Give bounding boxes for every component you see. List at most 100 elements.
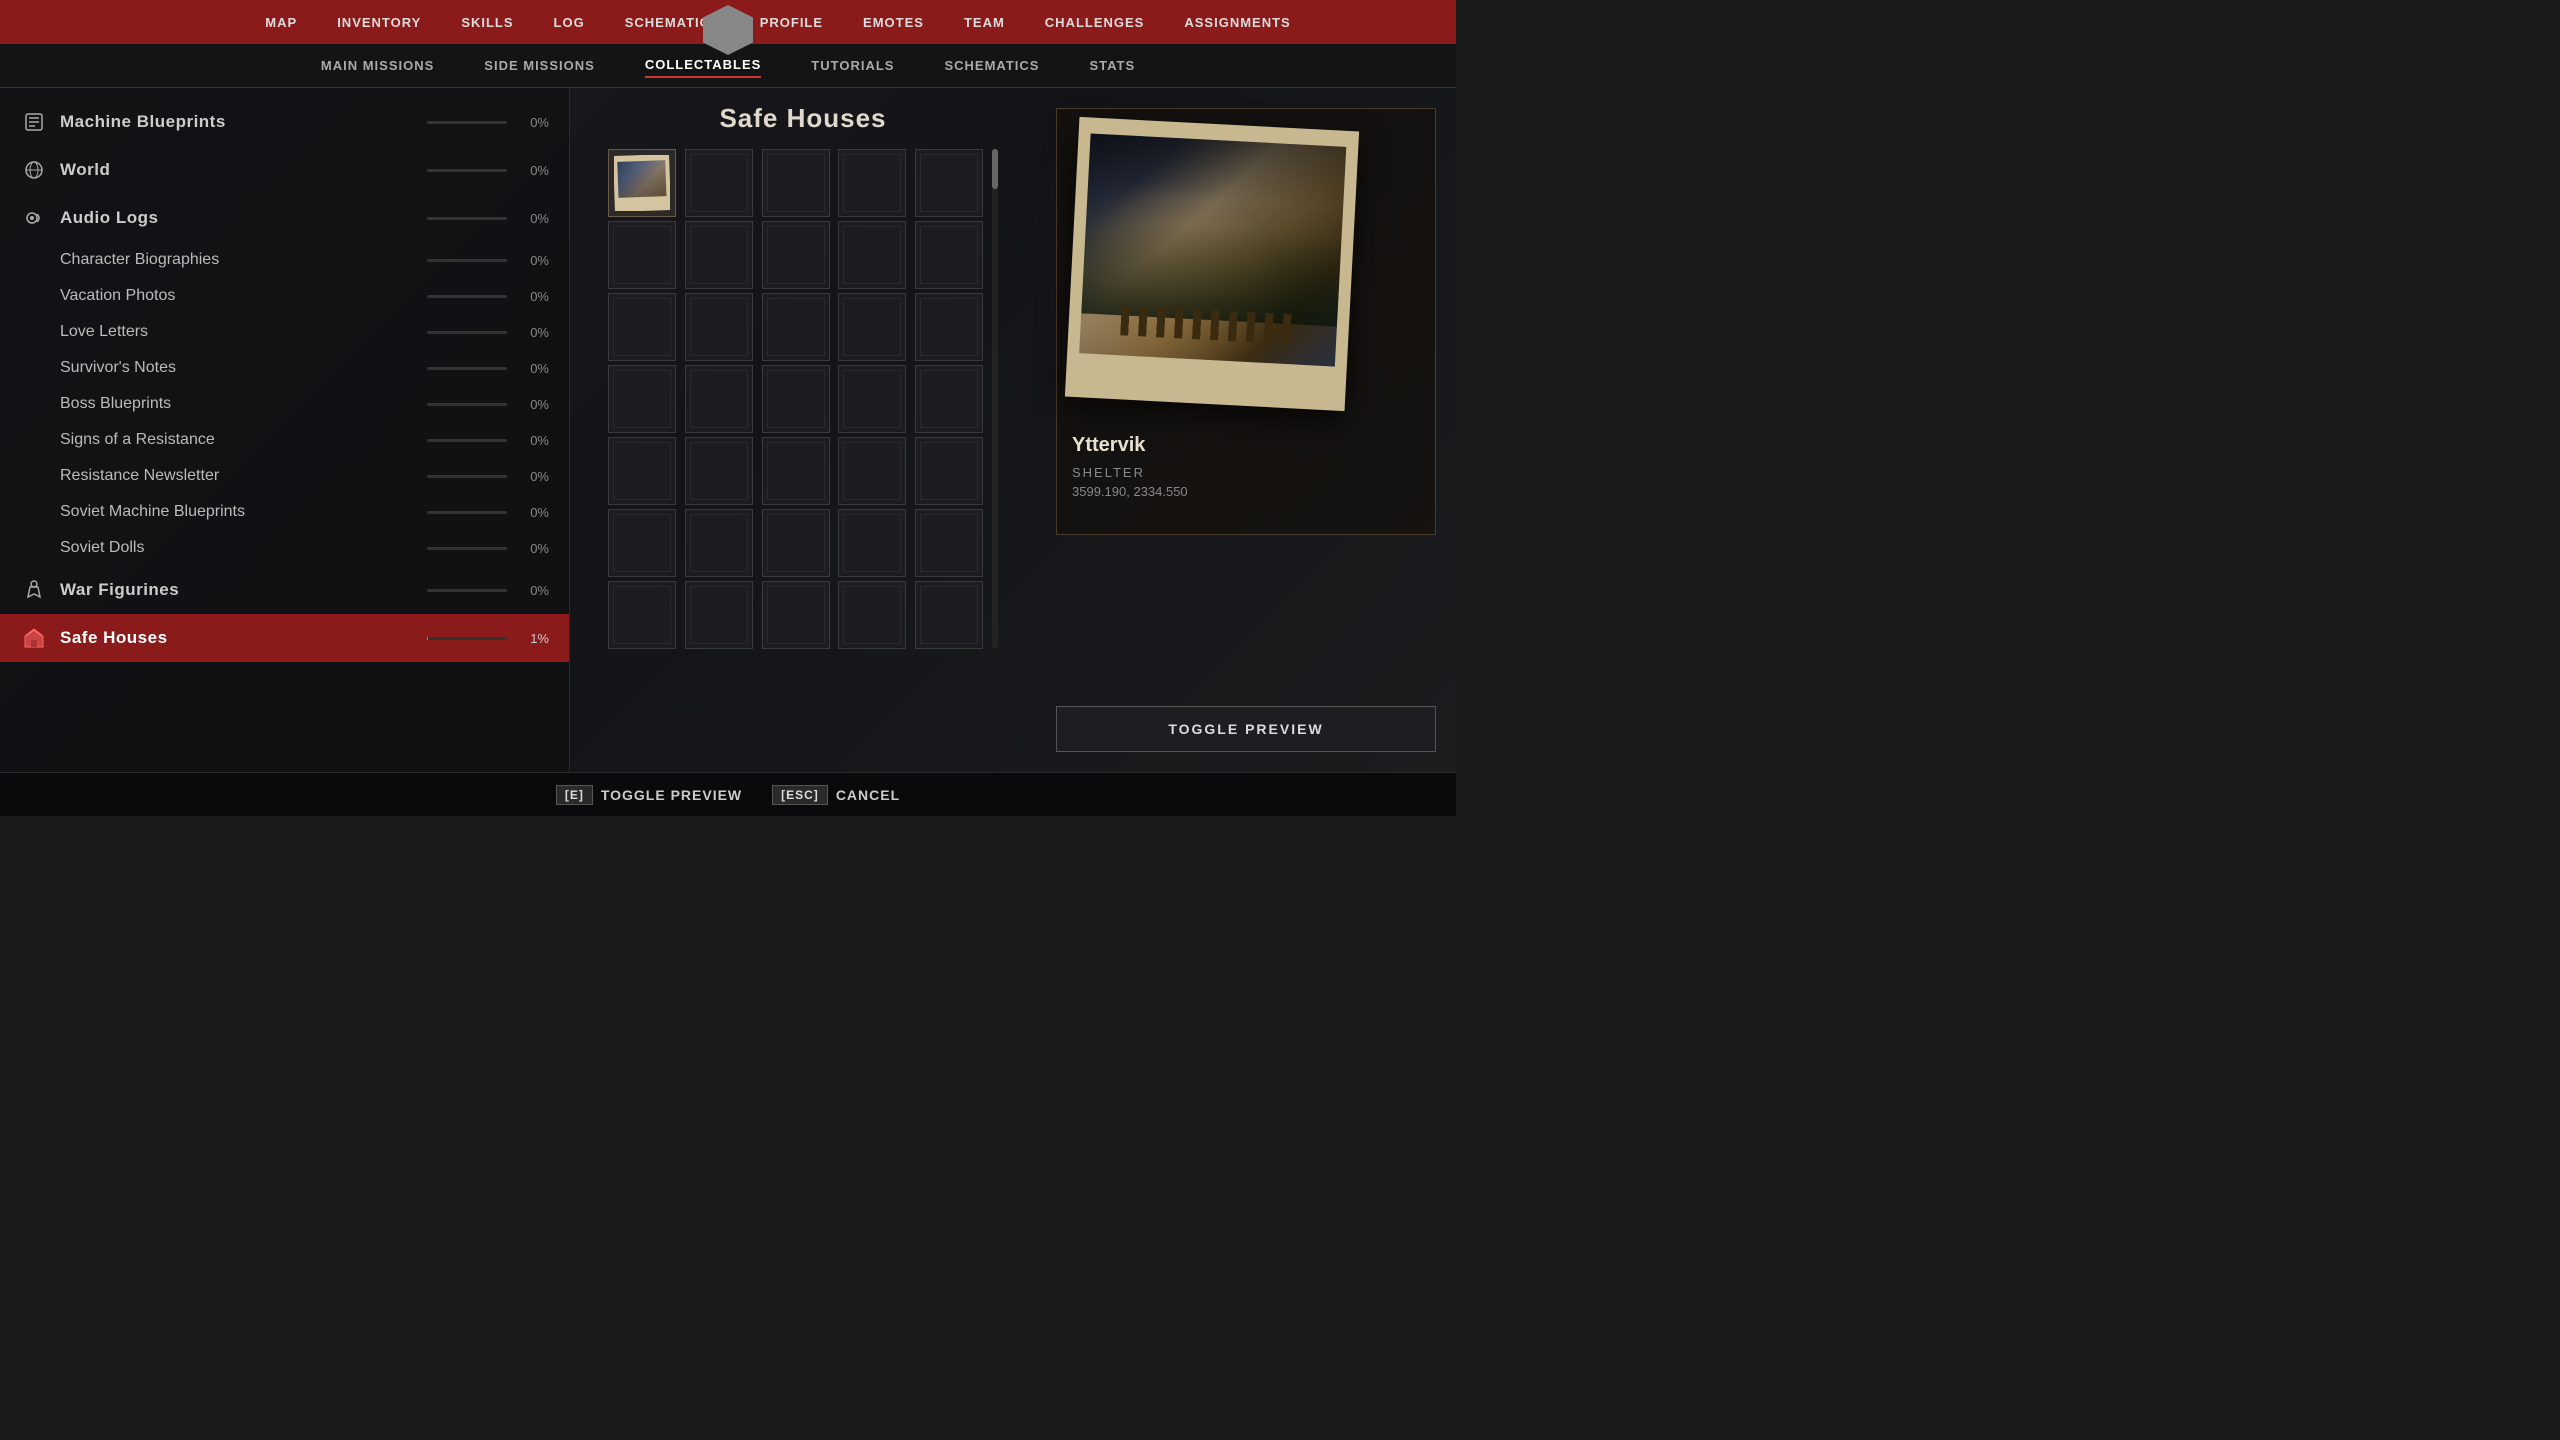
grid-cell[interactable] [762, 365, 830, 433]
grid-cell[interactable] [915, 437, 983, 505]
sidebar-item-machine-blueprints[interactable]: Machine Blueprints 0% [0, 98, 569, 146]
top-nav-item-log[interactable]: LOG [554, 15, 585, 30]
soviet-dolls-percent: 0% [519, 541, 549, 556]
character-biographies-label: Character Biographies [60, 251, 415, 269]
vacation-progress [427, 295, 507, 298]
safe-houses-progress [427, 637, 507, 640]
logo-shape [703, 5, 753, 55]
second-nav-item-tutorials[interactable]: TUTORIALS [811, 54, 894, 77]
grid-cell[interactable] [608, 581, 676, 649]
soviet-machine-label: Soviet Machine Blueprints [60, 503, 415, 521]
grid-cell[interactable] [838, 581, 906, 649]
grid-cell[interactable] [915, 581, 983, 649]
sidebar-item-audio-logs[interactable]: Audio Logs 0% [0, 194, 569, 242]
grid-cell-image [617, 160, 666, 198]
toggle-preview-button[interactable]: TOGGLE PREVIEW [1056, 706, 1436, 752]
grid-cell[interactable] [685, 149, 753, 217]
center-content: Safe Houses [570, 88, 1036, 772]
top-nav-item-challenges[interactable]: CHALLENGES [1045, 15, 1145, 30]
cancel-key: [ESC] [772, 785, 828, 805]
war-figurines-progress [427, 589, 507, 592]
grid-cell[interactable] [608, 149, 676, 217]
top-nav-item-profile[interactable]: PROFILE [760, 15, 823, 30]
world-progress [427, 169, 507, 172]
soviet-dolls-progress [427, 547, 507, 550]
item-coords: 3599.190, 2334.550 [1072, 484, 1420, 499]
grid-cell[interactable] [915, 509, 983, 577]
sidebar-item-soviet-machine-blueprints[interactable]: Soviet Machine Blueprints 0% [60, 494, 569, 530]
collectables-grid [608, 149, 988, 649]
survivors-notes-percent: 0% [519, 361, 549, 376]
grid-cell[interactable] [608, 509, 676, 577]
grid-cell[interactable] [685, 509, 753, 577]
grid-cell[interactable] [762, 221, 830, 289]
vacation-percent: 0% [519, 289, 549, 304]
sidebar-item-war-figurines[interactable]: War Figurines 0% [0, 566, 569, 614]
grid-cell[interactable] [762, 581, 830, 649]
grid-cell[interactable] [685, 293, 753, 361]
second-nav-item-main-missions[interactable]: MAIN MISSIONS [321, 54, 434, 77]
top-nav-item-skills[interactable]: SKILLS [461, 15, 513, 30]
grid-cell[interactable] [608, 365, 676, 433]
survivors-notes-label: Survivor's Notes [60, 359, 415, 377]
grid-cell[interactable] [915, 293, 983, 361]
grid-cell[interactable] [762, 509, 830, 577]
toggle-preview-action-label: TOGGLE PREVIEW [601, 787, 742, 803]
safe-houses-percent: 1% [519, 631, 549, 646]
resistance-newsletter-progress [427, 475, 507, 478]
sidebar-item-signs-of-resistance[interactable]: Signs of a Resistance 0% [60, 422, 569, 458]
second-nav-item-stats[interactable]: STATS [1089, 54, 1135, 77]
top-nav-item-team[interactable]: TEAM [964, 15, 1005, 30]
grid-cell[interactable] [685, 221, 753, 289]
audio-logs-progress [427, 217, 507, 220]
machine-blueprints-progress [427, 121, 507, 124]
soviet-dolls-label: Soviet Dolls [60, 539, 415, 557]
top-nav-item-inventory[interactable]: INVENTORY [337, 15, 421, 30]
sidebar-item-vacation-photos[interactable]: Vacation Photos 0% [60, 278, 569, 314]
world-icon [20, 156, 48, 184]
second-nav-item-schematics[interactable]: SCHEMATICS [944, 54, 1039, 77]
grid-cell[interactable] [838, 149, 906, 217]
action-toggle-preview: [E] TOGGLE PREVIEW [556, 785, 742, 805]
grid-cell[interactable] [915, 221, 983, 289]
signs-resistance-label: Signs of a Resistance [60, 431, 415, 449]
grid-cell[interactable] [762, 437, 830, 505]
machine-blueprints-label: Machine Blueprints [60, 112, 415, 132]
grid-cell[interactable] [838, 365, 906, 433]
love-letters-label: Love Letters [60, 323, 415, 341]
grid-cell[interactable] [685, 581, 753, 649]
grid-cell[interactable] [685, 437, 753, 505]
item-preview-polaroid [1065, 117, 1359, 411]
grid-cell[interactable] [915, 149, 983, 217]
audio-logs-label: Audio Logs [60, 208, 415, 228]
logo [698, 0, 758, 60]
machine-blueprints-percent: 0% [519, 115, 549, 130]
sidebar-item-survivors-notes[interactable]: Survivor's Notes 0% [60, 350, 569, 386]
grid-cell[interactable] [762, 149, 830, 217]
grid-cell-polaroid [613, 154, 671, 212]
top-nav-item-map[interactable]: MAP [265, 15, 297, 30]
sidebar-item-resistance-newsletter[interactable]: Resistance Newsletter 0% [60, 458, 569, 494]
top-nav-item-assignments[interactable]: ASSIGNMENTS [1184, 15, 1290, 30]
grid-cell[interactable] [838, 221, 906, 289]
grid-cell[interactable] [608, 221, 676, 289]
grid-cell[interactable] [608, 437, 676, 505]
grid-cell[interactable] [838, 437, 906, 505]
sidebar-item-boss-blueprints[interactable]: Boss Blueprints 0% [60, 386, 569, 422]
safe-houses-label: Safe Houses [60, 628, 415, 648]
grid-cell[interactable] [685, 365, 753, 433]
grid-scrollbar[interactable] [992, 149, 998, 649]
grid-cell[interactable] [915, 365, 983, 433]
top-nav-item-emotes[interactable]: EMOTES [863, 15, 924, 30]
sidebar-item-love-letters[interactable]: Love Letters 0% [60, 314, 569, 350]
boss-blueprints-percent: 0% [519, 397, 549, 412]
grid-cell[interactable] [838, 293, 906, 361]
second-nav-item-side-missions[interactable]: SIDE MISSIONS [484, 54, 595, 77]
grid-cell[interactable] [762, 293, 830, 361]
sidebar-item-world[interactable]: World 0% [0, 146, 569, 194]
sidebar-item-character-biographies[interactable]: Character Biographies 0% [60, 242, 569, 278]
grid-cell[interactable] [838, 509, 906, 577]
grid-cell[interactable] [608, 293, 676, 361]
sidebar-item-soviet-dolls[interactable]: Soviet Dolls 0% [60, 530, 569, 566]
sidebar-item-safe-houses[interactable]: Safe Houses 1% [0, 614, 569, 662]
